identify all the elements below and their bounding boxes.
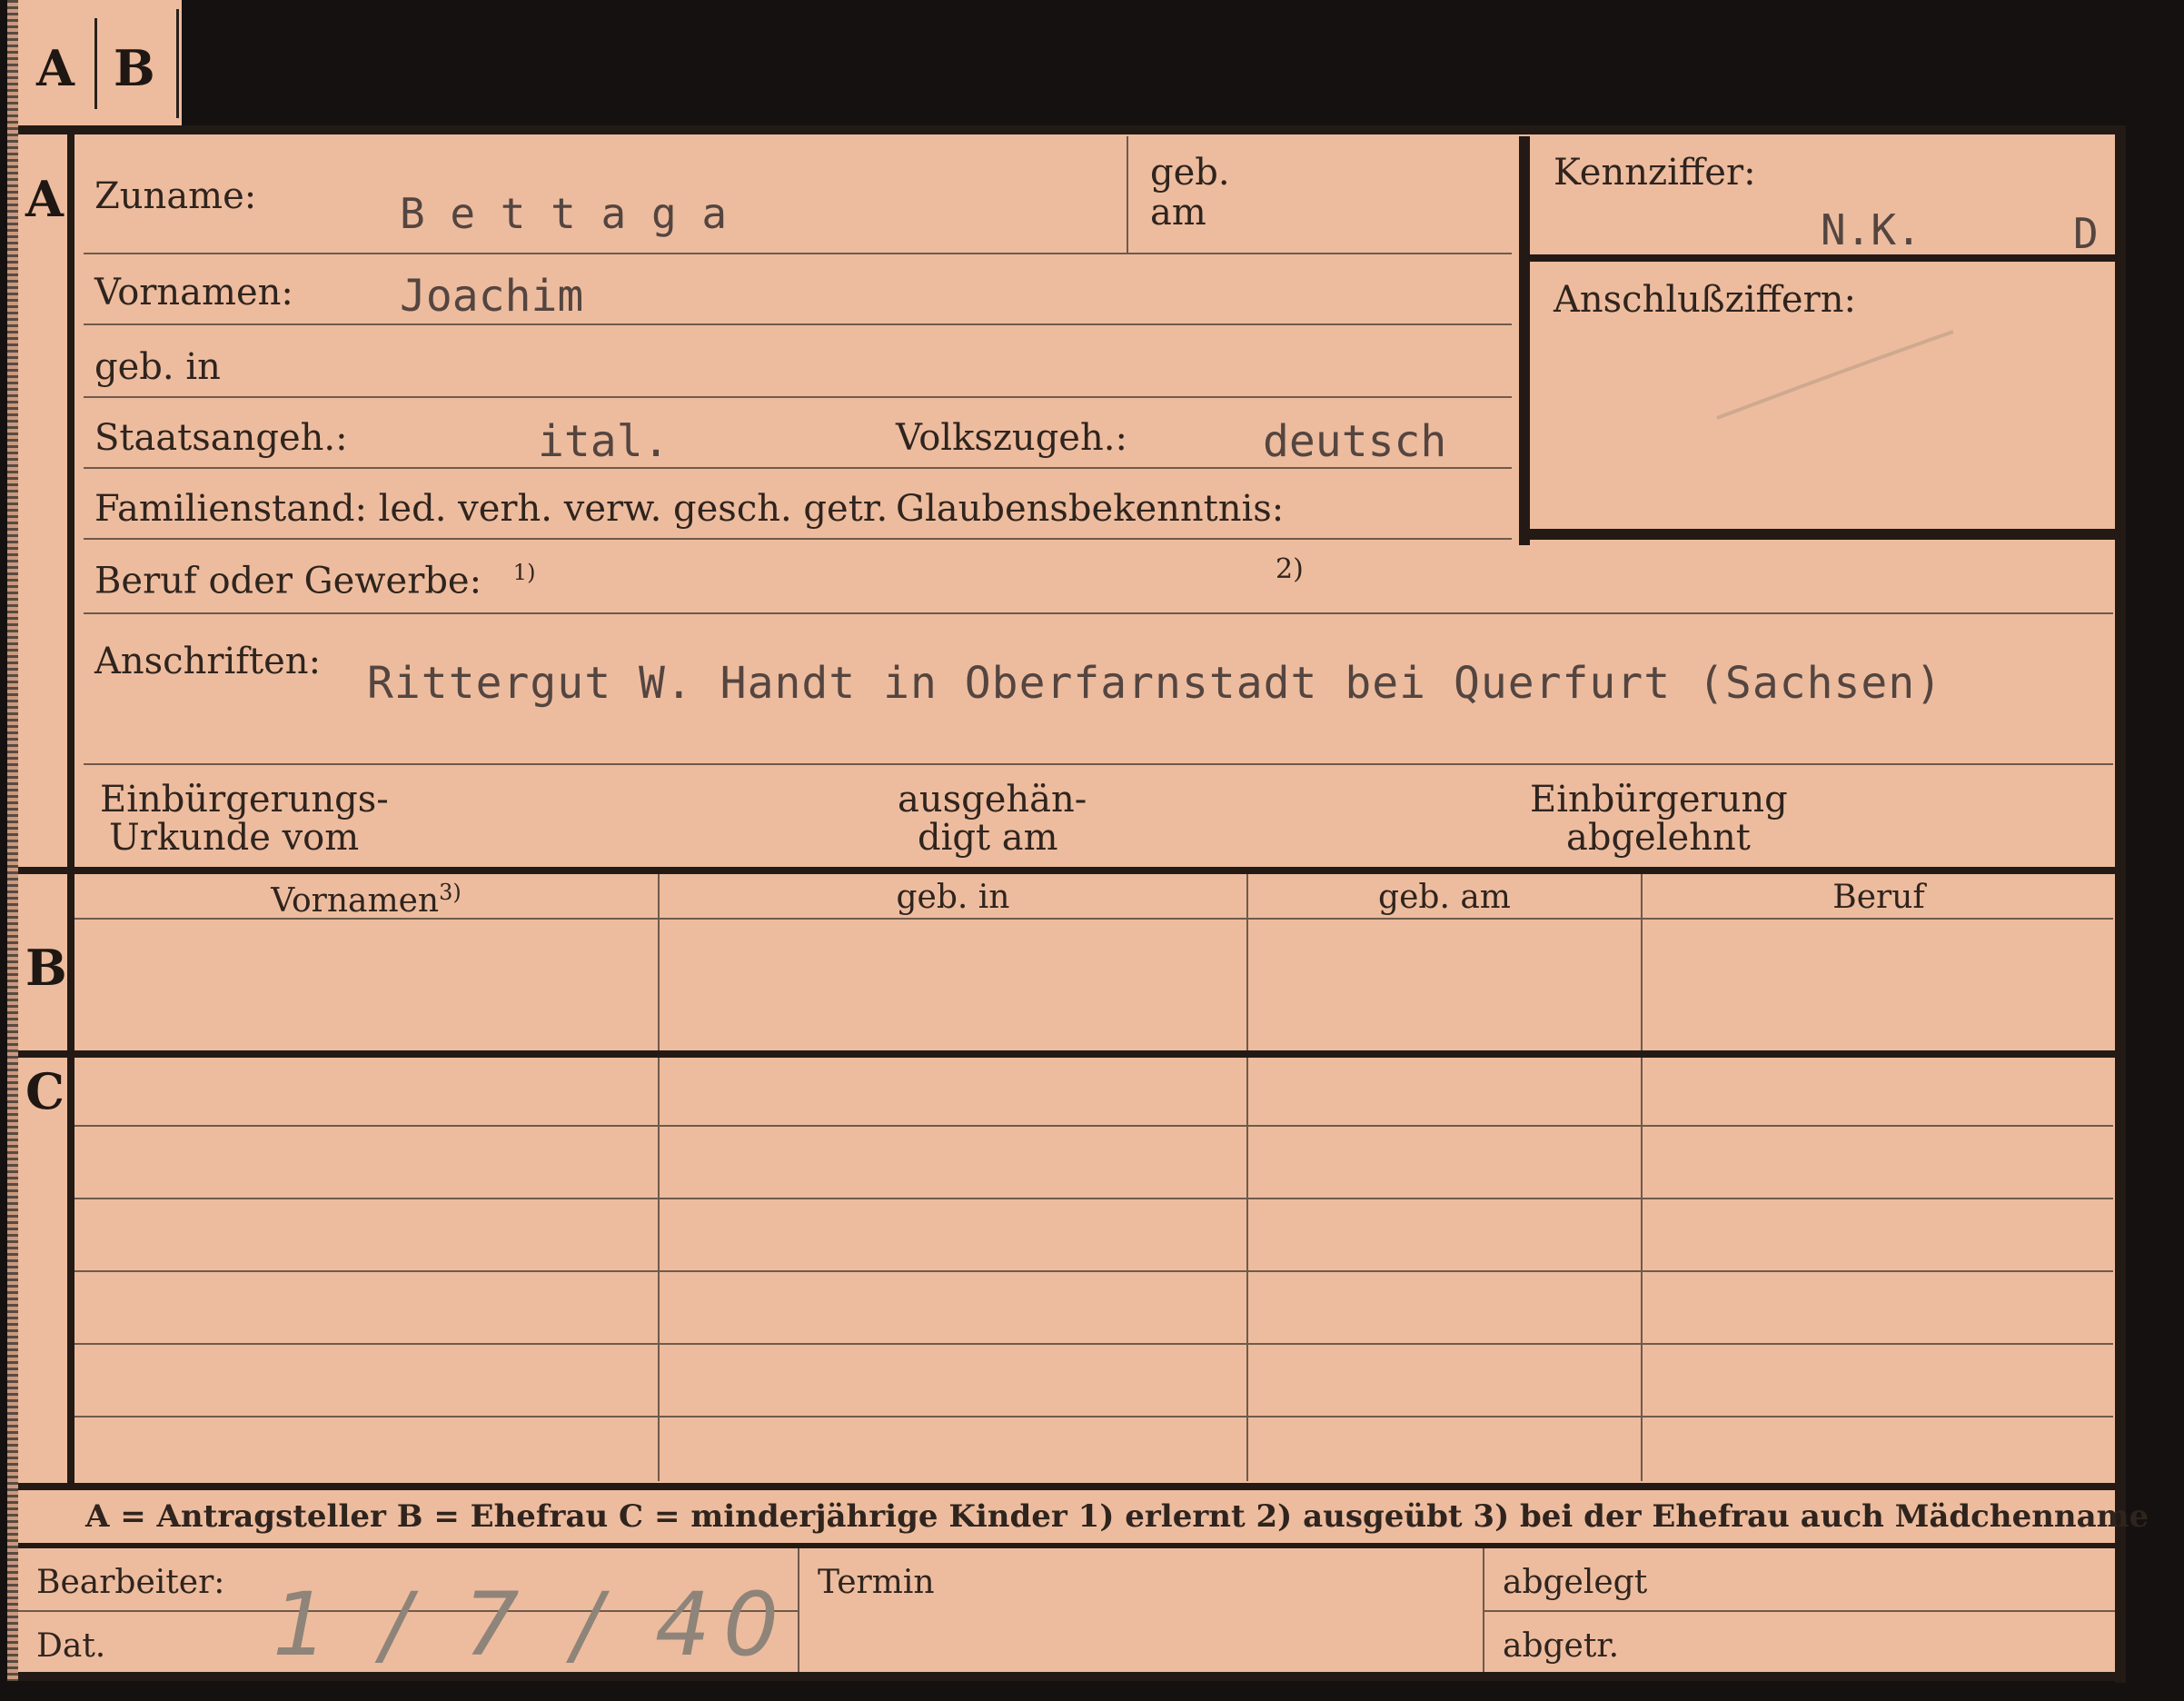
kennziffer-box-mid: [1530, 254, 2115, 262]
ausgehaendigt-label-1: ausgehän-: [898, 779, 1087, 821]
row-line-7: [84, 763, 2113, 765]
table-header-beruf: Beruf: [1832, 879, 1925, 916]
top-border: [18, 125, 2126, 134]
section-c-label: C: [25, 1062, 65, 1120]
dat-value: 1 / 7 / 40: [273, 1574, 792, 1676]
c-row-line-1: [74, 1125, 2113, 1127]
table-header-vornamen: Vornamen3): [74, 881, 658, 918]
tab-right-edge: [176, 9, 179, 118]
bearbeiter-label: Bearbeiter:: [36, 1564, 225, 1601]
table-header-geb-am: geb. am: [1378, 879, 1511, 916]
zuname-label: Zuname:: [94, 175, 257, 217]
kennziffer-value: N.K.: [1821, 205, 1921, 254]
vornamen-value: Joachim: [400, 271, 584, 322]
beruf-label-text: Beruf oder Gewerbe:: [94, 560, 482, 602]
kennziffer-label: Kennziffer:: [1554, 152, 1756, 194]
vornamen-label: Vornamen:: [94, 272, 293, 313]
einb-urkunde-label-2: Urkunde vom: [109, 817, 360, 859]
geb-in-label: geb. in: [94, 346, 221, 388]
termin-label: Termin: [818, 1564, 935, 1601]
familienstand-label: Familienstand: led. verh. verw. gesch. g…: [94, 488, 888, 530]
tab-divider: [94, 18, 97, 109]
row-line-6: [84, 612, 2113, 614]
punched-edge: [7, 0, 18, 1681]
row-line-3: [84, 396, 1512, 398]
tab-letter-a: A: [36, 39, 74, 97]
abgetr-label: abgetr.: [1503, 1627, 1620, 1665]
row-line-4: [84, 467, 1512, 469]
beruf-sup-1: 1): [512, 560, 536, 585]
volkszugeh-value: deutsch: [1263, 416, 1447, 467]
kennziffer-letter: D: [2073, 209, 2099, 258]
volkszugeh-label: Volkszugeh.:: [896, 417, 1127, 459]
col-divider-3: [1641, 874, 1643, 1481]
footer-divider-1: [798, 1548, 799, 1672]
legend-text: A = Antragsteller B = Ehefrau C = minder…: [85, 1498, 2149, 1535]
kennziffer-box-bottom: [1519, 529, 2115, 540]
section-c-rule: [67, 1058, 74, 1485]
abgelegt-label: abgelegt: [1503, 1564, 1648, 1601]
col-divider-2: [1246, 874, 1248, 1481]
staatsangeh-value: ital.: [538, 416, 670, 467]
beruf-label: Beruf oder Gewerbe: 1): [94, 562, 535, 599]
c-row-line-4: [74, 1343, 2113, 1345]
ausgehaendigt-label-2: digt am: [918, 817, 1058, 859]
row-line-1: [84, 253, 1512, 254]
glaubensbekenntnis-label: Glaubensbekenntnis:: [896, 488, 1285, 530]
section-a-label: A: [25, 170, 64, 228]
section-b-top-border: [18, 867, 2117, 874]
einb-urkunde-label-1: Einbürgerungs-: [100, 779, 389, 821]
anschlussziffern-label: Anschlußziffern:: [1554, 279, 1856, 321]
legend-bottom-border: [18, 1543, 2117, 1548]
c-row-line-3: [74, 1270, 2113, 1272]
dat-label: Dat.: [36, 1627, 106, 1665]
col-divider-1: [658, 874, 660, 1481]
section-b-label: B: [25, 939, 67, 997]
anschriften-value: Rittergut W. Handt in Oberfarnstadt bei …: [367, 658, 1943, 709]
zuname-value: B e t t a g a: [400, 189, 728, 238]
table-header-sup: 3): [439, 880, 462, 905]
section-a-rule: [67, 134, 74, 869]
section-b-rule: [67, 874, 74, 1052]
staatsangeh-label: Staatsangeh.:: [94, 417, 348, 459]
tab-letter-b: B: [114, 39, 155, 97]
c-row-line-2: [74, 1198, 2113, 1199]
c-row-line-5: [74, 1416, 2113, 1418]
geb-am-divider: [1127, 136, 1128, 253]
beruf-sup-2: 2): [1276, 553, 1304, 585]
einb-abgelehnt-label-2: abgelehnt: [1566, 817, 1751, 859]
bottom-border: [18, 1672, 2126, 1681]
right-edge: [2115, 127, 2126, 1683]
index-card: A B A Zuname: B e t t a g a geb. am Vorn…: [0, 0, 2184, 1701]
footer-row-line-right: [1484, 1610, 2115, 1612]
row-line-2: [84, 323, 1512, 325]
kennziffer-box-left: [1519, 136, 1530, 545]
einb-abgelehnt-label-1: Einbürgerung: [1530, 779, 1788, 821]
table-header-geb-in: geb. in: [896, 879, 1010, 916]
pencil-stroke: [1716, 330, 1954, 420]
section-c-top-border: [18, 1050, 2117, 1058]
legend-top-border: [18, 1483, 2117, 1490]
anschriften-label: Anschriften:: [94, 641, 322, 682]
row-line-5: [84, 538, 1512, 540]
geb-am-label-2: am: [1150, 192, 1206, 234]
geb-am-label-1: geb.: [1150, 152, 1230, 194]
table-header-vornamen-text: Vornamen: [271, 882, 440, 920]
